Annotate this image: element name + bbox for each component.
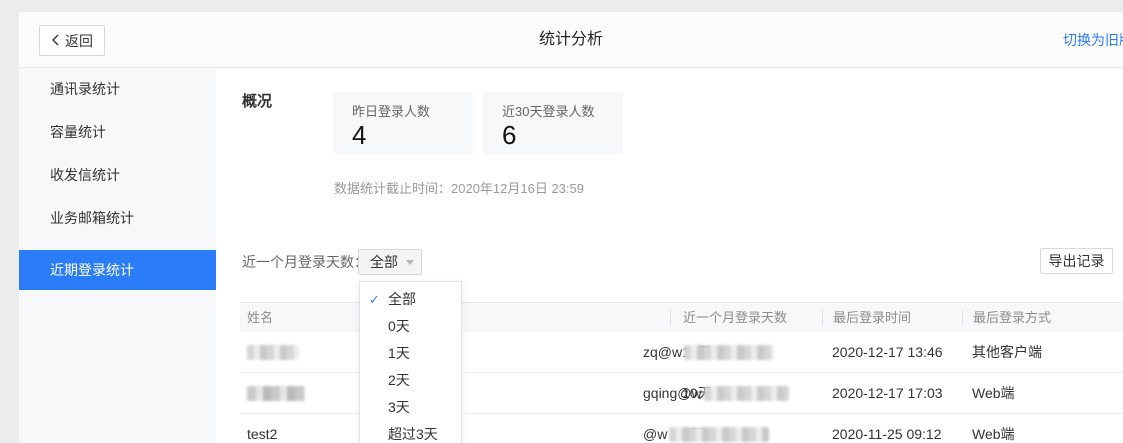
page-title: 统计分析 (539, 12, 603, 68)
overview-cards: 昨日登录人数 4 近30天登录人数 6 (333, 92, 623, 154)
redacted-account-blur (684, 345, 774, 360)
top-bar: 返回 统计分析 切换为旧版 (19, 12, 1123, 68)
column-header-last-login-time: 最后登录时间 (822, 310, 962, 326)
sidebar-item-mail-send-receive-stats[interactable]: 收发信统计 (19, 154, 216, 197)
dropdown-option-0-days[interactable]: 0天 (360, 313, 461, 340)
main-panel: 返回 统计分析 切换为旧版 通讯录统计 容量统计 收发信统计 业务邮箱统计 近期… (19, 12, 1123, 443)
dropdown-option-label: 3天 (388, 399, 410, 415)
dropdown-option-label: 全部 (388, 291, 416, 307)
dropdown-option-over-3-days[interactable]: 超过3天 (360, 421, 461, 443)
dropdown-option-label: 0天 (388, 318, 410, 334)
stat-card-yesterday-logins: 昨日登录人数 4 (333, 92, 473, 154)
back-button-label: 返回 (65, 31, 93, 51)
cell-last-login-method: 其他客户端 (962, 342, 1123, 362)
sidebar-item-business-mailbox-stats[interactable]: 业务邮箱统计 (19, 197, 216, 240)
dropdown-option-label: 1天 (388, 345, 410, 361)
stat-card-value: 4 (352, 122, 473, 148)
login-days-dropdown-trigger[interactable]: 全部 (358, 249, 422, 275)
switch-to-old-version-link[interactable]: 切换为旧版 (1063, 12, 1123, 68)
chevron-left-icon (51, 33, 59, 49)
stat-card-value: 6 (502, 122, 623, 148)
login-days-dropdown-menu: ✓ 全部 0天 1天 2天 3天 超过3天 (359, 281, 462, 443)
check-icon: ✓ (369, 286, 380, 313)
dropdown-option-1-day[interactable]: 1天 (360, 340, 461, 367)
redacted-account-blur (669, 427, 769, 442)
stat-card-30day-logins: 近30天登录人数 6 (483, 92, 623, 154)
back-button[interactable]: 返回 (39, 25, 105, 56)
dropdown-option-label: 2天 (388, 372, 410, 388)
overview-section-label: 概况 (242, 90, 272, 111)
cell-last-login-time: 2020-12-17 17:03 (822, 385, 962, 401)
column-header-last-login-method: 最后登录方式 (962, 310, 1123, 326)
stat-card-label: 近30天登录人数 (502, 101, 623, 120)
dropdown-option-2-days[interactable]: 2天 (360, 367, 461, 394)
sidebar: 通讯录统计 容量统计 收发信统计 业务邮箱统计 近期登录统计 (19, 68, 216, 443)
sidebar-item-capacity-stats[interactable]: 容量统计 (19, 111, 216, 154)
dropdown-option-label: 超过3天 (388, 426, 438, 442)
sidebar-item-recent-login-stats[interactable]: 近期登录统计 (19, 250, 216, 290)
cell-last-login-method: Web端 (962, 424, 1123, 443)
dropdown-option-all[interactable]: ✓ 全部 (360, 286, 461, 313)
stat-card-label: 昨日登录人数 (352, 101, 473, 120)
dropdown-option-3-days[interactable]: 3天 (360, 394, 461, 421)
data-cutoff-note: 数据统计截止时间：2020年12月16日 23:59 (334, 178, 584, 197)
dropdown-selected-value: 全部 (370, 250, 398, 274)
account-fragment: @w (643, 426, 667, 442)
column-header-login-days: 近一个月登录天数 (670, 310, 822, 326)
login-days-filter-label: 近一个月登录天数： (242, 249, 368, 275)
sidebar-item-contacts-stats[interactable]: 通讯录统计 (19, 68, 216, 111)
cell-last-login-time: 2020-12-17 13:46 (822, 344, 962, 360)
caret-down-icon (406, 260, 414, 265)
export-records-button[interactable]: 导出记录 (1040, 248, 1113, 274)
redacted-name-blur (247, 345, 299, 360)
redacted-name-blur (247, 386, 305, 401)
redacted-account-blur (704, 386, 789, 401)
cell-last-login-method: Web端 (962, 383, 1123, 403)
cell-last-login-time: 2020-11-25 09:12 (822, 426, 962, 442)
